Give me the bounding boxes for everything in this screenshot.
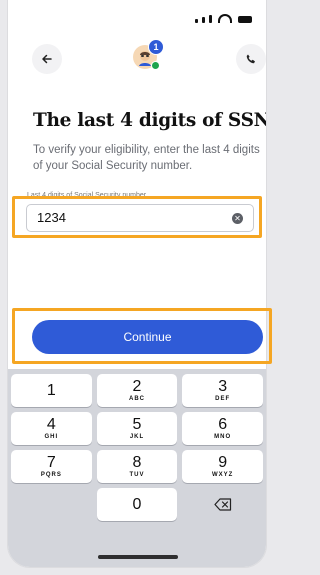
key-5[interactable]: 5 JKL (96, 412, 178, 445)
online-status-dot (151, 61, 160, 70)
key-8[interactable]: 8 TUV (96, 450, 178, 483)
wifi-icon (218, 14, 232, 23)
key-3[interactable]: 3 DEF (182, 374, 263, 407)
phone-icon (246, 54, 255, 64)
key-4[interactable]: 4 GHI (11, 412, 92, 445)
continue-button[interactable]: Continue (32, 320, 263, 354)
clear-icon[interactable]: ✕ (232, 213, 243, 224)
key-1[interactable]: 1 (11, 374, 92, 407)
arrow-left-icon (42, 54, 52, 64)
notification-badge: 1 (148, 39, 164, 55)
ssn-input-container[interactable]: ✕ (26, 204, 254, 232)
page-title: The last 4 digits of SSN. (33, 110, 266, 131)
call-button[interactable] (236, 44, 266, 74)
key-7[interactable]: 7 PQRS (11, 450, 92, 483)
home-indicator (98, 555, 178, 559)
back-button[interactable] (32, 44, 62, 74)
signal-icon (202, 17, 205, 23)
key-blank (11, 488, 92, 521)
backspace-icon (214, 498, 231, 511)
signal-icon (209, 15, 212, 23)
key-2[interactable]: 2 ABC (96, 374, 178, 407)
ssn-input[interactable] (37, 210, 217, 225)
key-9[interactable]: 9 WXYZ (182, 450, 263, 483)
delete-key[interactable] (182, 488, 263, 521)
key-0[interactable]: 0 (96, 488, 178, 521)
page-subtitle: To verify your eligibility, enter the la… (33, 144, 260, 172)
signal-icon (195, 19, 198, 23)
status-bar (195, 14, 252, 23)
numeric-keypad: 1 2 ABC 3 DEF 4 GHI 5 JKL 6 MNO 7 PQRS 8 TUV 9W… (8, 369, 266, 567)
battery-icon (238, 16, 252, 23)
key-6[interactable]: 6 MNO (182, 412, 263, 445)
agent-avatar[interactable]: 1 (133, 39, 164, 70)
